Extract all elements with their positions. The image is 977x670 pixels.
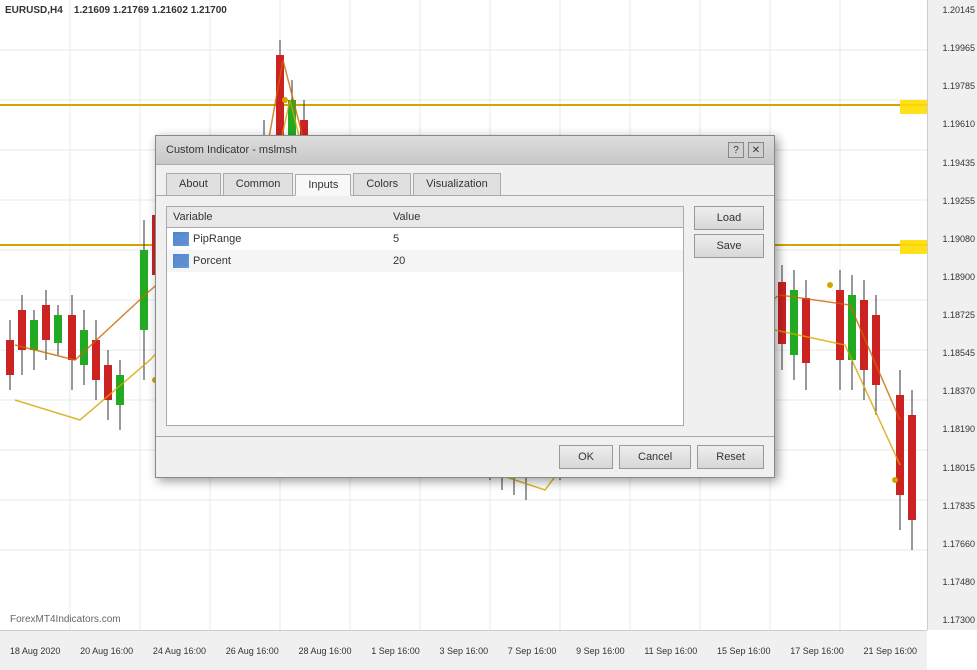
dialog-footer: OK Cancel Reset [156, 436, 774, 477]
time-8: 7 Sep 16:00 [508, 646, 557, 656]
price-12: 1.18190 [930, 424, 975, 434]
cancel-button[interactable]: Cancel [619, 445, 691, 469]
price-17: 1.17300 [930, 615, 975, 625]
table-header: Variable Value [167, 207, 683, 228]
time-6: 1 Sep 16:00 [371, 646, 420, 656]
tab-about[interactable]: About [166, 173, 221, 195]
tab-inputs[interactable]: Inputs [295, 174, 351, 196]
time-7: 3 Sep 16:00 [440, 646, 489, 656]
col-value-header: Value [393, 211, 677, 223]
chart-symbol: EURUSD,H4 [5, 5, 63, 16]
price-8: 1.18900 [930, 272, 975, 282]
time-axis: 18 Aug 2020 20 Aug 16:00 24 Aug 16:00 26… [0, 630, 927, 670]
time-9: 9 Sep 16:00 [576, 646, 625, 656]
row-1-variable: PipRange [193, 233, 393, 245]
price-1: 1.20145 [930, 5, 975, 15]
dialog-help-button[interactable]: ? [728, 142, 744, 158]
dialog-title: Custom Indicator - mslmsh [166, 144, 297, 156]
price-2: 1.19965 [930, 43, 975, 53]
dialog-body: Variable Value PipRange 5 [156, 196, 774, 436]
dialog-close-button[interactable]: ✕ [748, 142, 764, 158]
ok-button[interactable]: OK [559, 445, 613, 469]
price-11: 1.18370 [930, 386, 975, 396]
watermark: ForexMT4Indicators.com [10, 614, 121, 625]
row-2-variable: Porcent [193, 255, 393, 267]
row-2-value: 20 [393, 255, 677, 267]
table-row[interactable]: Porcent 20 [167, 250, 683, 272]
time-3: 24 Aug 16:00 [153, 646, 206, 656]
time-13: 21 Sep 16:00 [864, 646, 918, 656]
tab-colors[interactable]: Colors [353, 173, 411, 195]
load-button[interactable]: Load [694, 206, 764, 230]
price-16: 1.17480 [930, 577, 975, 587]
dialog-controls: ? ✕ [728, 142, 764, 158]
dialog-titlebar: Custom Indicator - mslmsh ? ✕ [156, 136, 774, 165]
table-row[interactable]: PipRange 5 [167, 228, 683, 250]
price-10: 1.18545 [930, 348, 975, 358]
row-icon-2 [173, 254, 189, 268]
dialog-tabs: About Common Inputs Colors Visualization [156, 165, 774, 196]
price-3: 1.19785 [930, 81, 975, 91]
time-4: 26 Aug 16:00 [226, 646, 279, 656]
row-icon-1 [173, 232, 189, 246]
time-1: 18 Aug 2020 [10, 646, 61, 656]
price-15: 1.17660 [930, 539, 975, 549]
tab-visualization[interactable]: Visualization [413, 173, 501, 195]
price-14: 1.17835 [930, 501, 975, 511]
price-7: 1.19080 [930, 234, 975, 244]
chart-prices: 1.21609 1.21769 1.21602 1.21700 [74, 5, 227, 16]
time-12: 17 Sep 16:00 [790, 646, 844, 656]
price-9: 1.18725 [930, 310, 975, 320]
time-10: 11 Sep 16:00 [644, 646, 697, 656]
price-13: 1.18015 [930, 463, 975, 473]
chart-header: EURUSD,H4 1.21609 1.21769 1.21602 1.2170… [5, 5, 227, 16]
price-4: 1.19610 [930, 119, 975, 129]
price-6: 1.19255 [930, 196, 975, 206]
indicator-dialog: Custom Indicator - mslmsh ? ✕ About Comm… [155, 135, 775, 478]
price-5: 1.19435 [930, 158, 975, 168]
row-1-value: 5 [393, 233, 677, 245]
inputs-table: Variable Value PipRange 5 [166, 206, 684, 426]
reset-button[interactable]: Reset [697, 445, 764, 469]
save-button[interactable]: Save [694, 234, 764, 258]
time-11: 15 Sep 16:00 [717, 646, 771, 656]
dialog-right-buttons: Load Save [694, 206, 764, 426]
price-axis: 1.20145 1.19965 1.19785 1.19610 1.19435 … [927, 0, 977, 630]
tab-common[interactable]: Common [223, 173, 294, 195]
time-2: 20 Aug 16:00 [80, 646, 133, 656]
col-variable-header: Variable [173, 211, 393, 223]
time-5: 28 Aug 16:00 [298, 646, 351, 656]
